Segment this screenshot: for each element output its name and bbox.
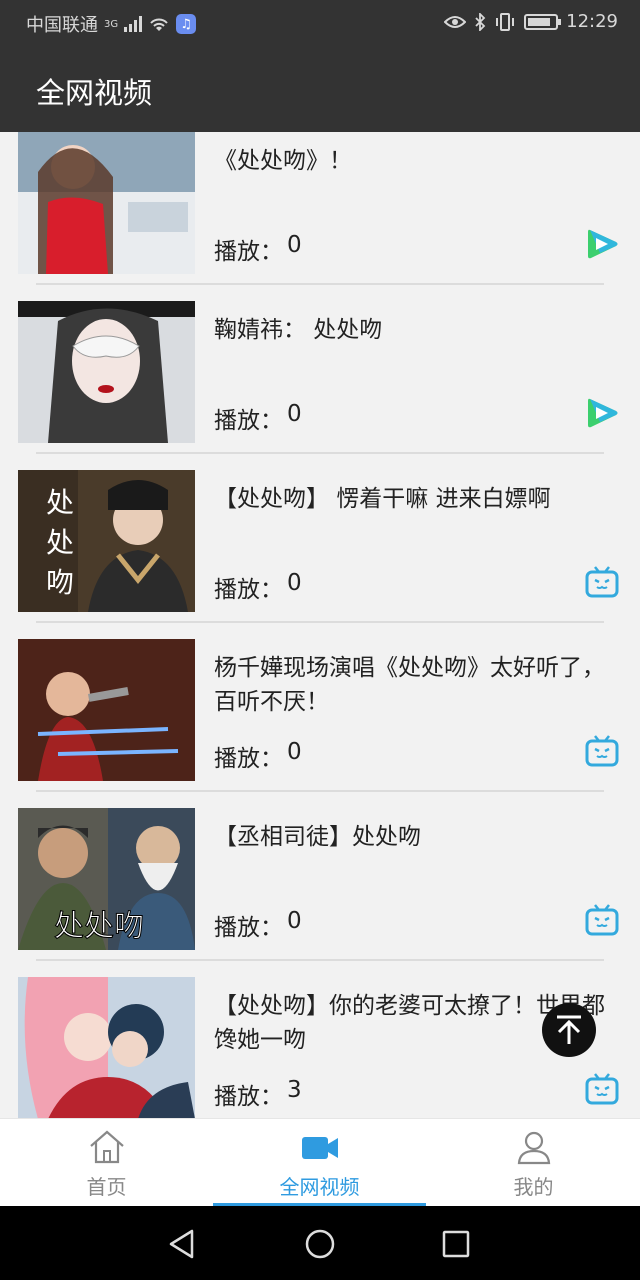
arrow-up-icon <box>557 1015 581 1044</box>
battery-icon <box>524 13 562 30</box>
wifi-icon <box>150 18 168 31</box>
video-thumbnail[interactable] <box>18 132 195 274</box>
svg-text:吻: 吻 <box>46 566 74 599</box>
play-count: 播放： 0 <box>214 739 302 773</box>
play-count-value: 0 <box>287 232 302 258</box>
video-title[interactable]: 鞠婧祎： 处处吻 <box>214 313 618 347</box>
eye-icon <box>444 15 467 28</box>
play-count: 播放： 0 <box>214 908 302 942</box>
scroll-to-top-button[interactable] <box>542 1003 596 1057</box>
user-icon <box>514 1129 554 1165</box>
app-bar: 全网视频 <box>0 44 640 132</box>
video-title[interactable]: 【处处吻】 愣着干嘛 进来白嫖啊 <box>214 482 618 516</box>
video-list-item[interactable]: 处处吻 【丞相司徒】处处吻 播放： 0 <box>0 777 640 961</box>
video-thumbnail[interactable] <box>18 977 195 1118</box>
play-count-value: 0 <box>287 908 302 934</box>
tv-icon <box>584 565 620 599</box>
play-count: 播放： 0 <box>214 570 302 604</box>
play-triangle-icon <box>584 227 620 261</box>
video-list-item[interactable]: 杨千嬅现场演唱《处处吻》太好听了，百听不厌！ 播放： 0 <box>0 608 640 792</box>
play-count-label: 播放： <box>214 239 283 265</box>
video-list-item[interactable]: 处处吻【处处吻】 愣着干嘛 进来白嫖啊 播放： 0 <box>0 439 640 623</box>
video-list-item[interactable]: 鞠婧祎： 处处吻 播放： 0 <box>0 270 640 454</box>
nav-item-home[interactable]: 首页 <box>0 1119 213 1207</box>
clock: 12:29 <box>566 11 618 32</box>
signal-icon <box>124 16 143 32</box>
play-count-label: 播放： <box>214 1084 283 1110</box>
video-thumbnail[interactable] <box>18 639 195 781</box>
network-type: 3G <box>104 18 119 30</box>
play-count-label: 播放： <box>214 915 283 941</box>
bluetooth-icon <box>475 12 486 31</box>
tv-icon <box>584 903 620 937</box>
play-count: 播放： 0 <box>214 232 302 266</box>
video-camera-icon <box>300 1129 340 1165</box>
svg-text:处: 处 <box>46 526 74 559</box>
recents-icon[interactable] <box>440 1228 472 1260</box>
system-nav-bar <box>0 1206 640 1280</box>
video-thumbnail[interactable]: 处处吻 <box>18 808 195 950</box>
play-count: 播放： 3 <box>214 1077 302 1111</box>
carrier-label: 中国联通 <box>26 15 98 36</box>
status-bar: 中国联通 3G ♫ 12:29 <box>0 0 640 44</box>
play-count-label: 播放： <box>214 408 283 434</box>
page-title: 全网视频 <box>36 76 153 110</box>
play-count-value: 0 <box>287 401 302 427</box>
play-triangle-icon <box>584 396 620 430</box>
video-thumbnail[interactable] <box>18 301 195 443</box>
video-title[interactable]: 《处处吻》！ <box>214 144 618 178</box>
nav-item-all-videos[interactable]: 全网视频 <box>213 1119 426 1207</box>
tv-icon <box>584 1072 620 1106</box>
nav-label: 全网视频 <box>279 1175 360 1199</box>
tv-icon <box>584 734 620 768</box>
video-list[interactable]: 《处处吻》！ 播放： 0 鞠婧祎： 处处吻 播放： 0 处处吻【处处吻】 愣着干嘛 进来白嫖… <box>0 132 640 1118</box>
svg-text:处: 处 <box>46 486 74 519</box>
play-count-label: 播放： <box>214 746 283 772</box>
video-list-item[interactable]: 《处处吻》！ 播放： 0 <box>0 132 640 285</box>
svg-text:处处吻: 处处吻 <box>54 909 144 944</box>
play-count-label: 播放： <box>214 577 283 603</box>
home-icon <box>87 1129 127 1165</box>
bottom-nav: 首页 全网视频 我的 <box>0 1118 640 1207</box>
home-circle-icon[interactable] <box>304 1228 336 1260</box>
video-title[interactable]: 【丞相司徒】处处吻 <box>214 820 618 854</box>
vibrate-icon <box>496 12 515 31</box>
music-app-icon: ♫ <box>176 14 197 34</box>
play-count-value: 0 <box>287 570 302 596</box>
nav-label: 我的 <box>513 1175 554 1199</box>
video-thumbnail[interactable]: 处处吻 <box>18 470 195 612</box>
play-count-value: 0 <box>287 739 302 765</box>
video-title[interactable]: 杨千嬅现场演唱《处处吻》太好听了，百听不厌！ <box>214 651 618 719</box>
nav-label: 首页 <box>86 1175 127 1199</box>
back-icon[interactable] <box>166 1228 198 1260</box>
nav-item-me[interactable]: 我的 <box>427 1119 640 1207</box>
play-count-value: 3 <box>287 1077 302 1103</box>
play-count: 播放： 0 <box>214 401 302 435</box>
